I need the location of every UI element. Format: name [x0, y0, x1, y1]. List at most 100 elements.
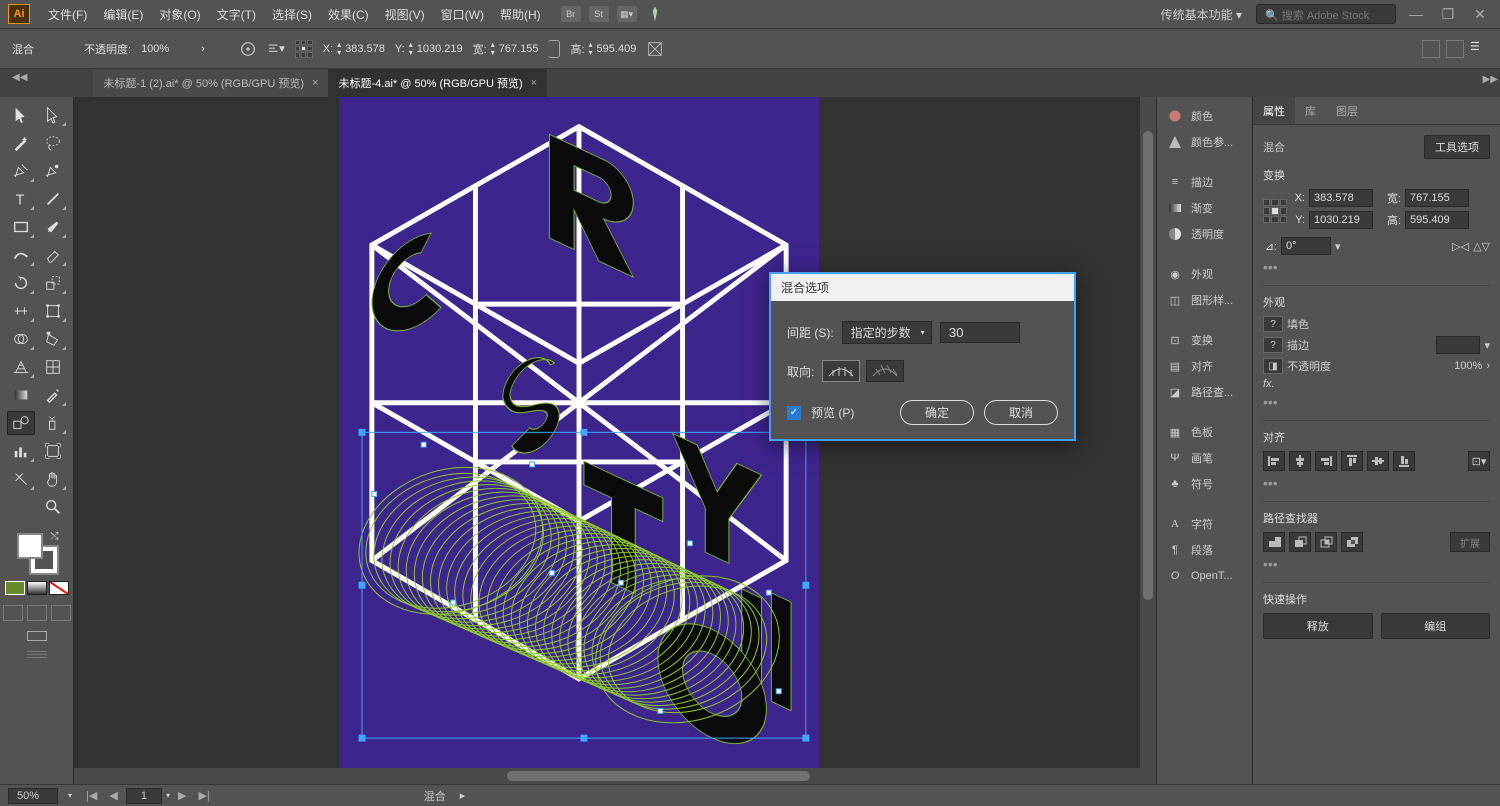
menu-effect[interactable]: 效果(C) [320, 6, 377, 23]
opacity-caret-icon[interactable]: › [1486, 360, 1490, 372]
next-artboard-icon[interactable]: ▶ [174, 789, 190, 802]
gradient-tool[interactable] [7, 383, 35, 407]
pen-tool[interactable] [7, 159, 35, 183]
slice-tool[interactable] [7, 467, 35, 491]
prev-artboard-icon[interactable]: ◀ [105, 789, 121, 802]
appearance-more-icon[interactable]: ••• [1263, 394, 1490, 410]
cancel-button[interactable]: 取消 [984, 400, 1058, 425]
menu-help[interactable]: 帮助(H) [492, 6, 549, 23]
opacity-caret-icon[interactable]: › [201, 43, 205, 55]
color-mode-gradient[interactable] [27, 581, 47, 595]
pathfinder-exclude-icon[interactable] [1341, 532, 1363, 552]
tab-properties[interactable]: 属性 [1253, 97, 1295, 124]
color-mode-solid[interactable] [5, 581, 25, 595]
draw-inside-icon[interactable] [51, 605, 71, 621]
doc-setup-icon[interactable]: ☰ [1470, 40, 1488, 58]
scale-tool[interactable] [39, 271, 67, 295]
bridge-icon[interactable]: Br [561, 6, 581, 22]
y-value[interactable]: 1030.219 [417, 43, 463, 55]
panel-opentype[interactable]: OOpenT... [1157, 563, 1252, 589]
zoom-tool[interactable] [39, 495, 67, 519]
panel-paragraph[interactable]: ¶段落 [1157, 537, 1252, 563]
search-stock-input[interactable]: 🔍 搜索 Adobe Stock [1256, 4, 1396, 24]
pathfinder-unite-icon[interactable] [1263, 532, 1285, 552]
workspace-switcher[interactable]: 传统基本功能 ▾ [1155, 4, 1248, 25]
eyedropper-tool[interactable] [39, 383, 67, 407]
mesh-tool[interactable] [39, 355, 67, 379]
angle-input[interactable] [1281, 237, 1331, 255]
magic-wand-tool[interactable] [7, 131, 35, 155]
align-more-icon[interactable]: ••• [1263, 475, 1490, 491]
panel-gradient[interactable]: 渐变 [1157, 195, 1252, 221]
stroke-caret-icon[interactable]: ▾ [1484, 339, 1490, 352]
opacity-value[interactable]: 100% [141, 43, 191, 55]
zoom-level[interactable]: 50% [8, 788, 58, 804]
gpu-rocket-icon[interactable] [645, 6, 665, 22]
column-graph-tool[interactable] [7, 439, 35, 463]
recolor-icon[interactable] [239, 40, 257, 58]
artboard-tool[interactable] [39, 439, 67, 463]
release-button[interactable]: 释放 [1263, 613, 1373, 639]
align-top-icon[interactable] [1341, 451, 1363, 471]
pathfinder-minus-icon[interactable] [1289, 532, 1311, 552]
panel-align[interactable]: ▤对齐 [1157, 353, 1252, 379]
ok-button[interactable]: 确定 [900, 400, 974, 425]
arrange-icon[interactable]: ▦▾ [617, 6, 637, 22]
flip-v-icon[interactable]: △▽ [1473, 240, 1490, 253]
paintbrush-tool[interactable] [39, 215, 67, 239]
preview-checkbox[interactable]: ✓ [787, 406, 801, 420]
edit-toolbar-icon[interactable] [22, 651, 52, 661]
free-transform-tool[interactable] [39, 299, 67, 323]
tab-layers[interactable]: 图层 [1326, 97, 1368, 124]
dialog-title[interactable]: 混合选项 [771, 274, 1074, 301]
eraser-tool[interactable] [39, 243, 67, 267]
width-tool[interactable] [7, 299, 35, 323]
perspective-grid-tool[interactable] [7, 355, 35, 379]
panel-appearance[interactable]: ◉外观 [1157, 261, 1252, 287]
panel-collapse-icon[interactable]: ▶▶ [1483, 74, 1498, 85]
tab-close-icon[interactable]: × [312, 77, 318, 89]
window-restore[interactable]: ❐ [1436, 5, 1460, 23]
x-input[interactable] [1309, 189, 1373, 207]
fill-stroke-swatch[interactable]: ⤭ [17, 533, 57, 573]
align-to-icon[interactable]: ▾ [267, 40, 285, 58]
line-tool[interactable] [39, 187, 67, 211]
y-stepper-icon[interactable]: ▴▾ [409, 41, 413, 57]
pathfinder-intersect-icon[interactable] [1315, 532, 1337, 552]
angle-caret-icon[interactable]: ▾ [1335, 240, 1341, 253]
panel-stroke[interactable]: ≡描边 [1157, 169, 1252, 195]
selection-tool[interactable] [7, 103, 35, 127]
blend-tool[interactable] [7, 411, 35, 435]
draw-normal-icon[interactable] [3, 605, 23, 621]
spacing-mode-select[interactable]: 指定的步数▾ [842, 321, 932, 344]
opacity-value[interactable]: 100% [1454, 360, 1482, 372]
align-hcenter-icon[interactable] [1289, 451, 1311, 471]
swap-fill-stroke-icon[interactable]: ⤭ [51, 531, 59, 542]
flip-h-icon[interactable]: ▷◁ [1452, 240, 1469, 253]
vertical-scrollbar[interactable] [1140, 97, 1156, 768]
type-tool[interactable]: T [7, 187, 35, 211]
menu-view[interactable]: 视图(V) [377, 6, 433, 23]
menu-select[interactable]: 选择(S) [264, 6, 320, 23]
edit-contents-icon[interactable] [1446, 40, 1464, 58]
align-bottom-icon[interactable] [1393, 451, 1415, 471]
symbol-sprayer-tool[interactable] [39, 411, 67, 435]
y-input[interactable] [1309, 211, 1373, 229]
reference-point-grid[interactable] [1263, 199, 1287, 223]
menu-object[interactable]: 对象(O) [151, 6, 208, 23]
ref-point-icon[interactable] [295, 40, 313, 58]
w-input[interactable] [1405, 189, 1469, 207]
align-vcenter-icon[interactable] [1367, 451, 1389, 471]
horizontal-scrollbar[interactable] [74, 768, 1156, 784]
menu-window[interactable]: 窗口(W) [433, 6, 492, 23]
stroke-swatch-small[interactable]: ? [1263, 337, 1283, 353]
menu-type[interactable]: 文字(T) [209, 6, 264, 23]
direct-selection-tool[interactable] [39, 103, 67, 127]
window-minimize[interactable]: — [1404, 5, 1428, 23]
orient-path-button[interactable] [866, 360, 904, 382]
pathfinder-more-icon[interactable]: ••• [1263, 556, 1490, 572]
orient-page-button[interactable] [822, 360, 860, 382]
live-paint-tool[interactable] [39, 327, 67, 351]
h-stepper-icon[interactable]: ▴▾ [589, 41, 593, 57]
h-input[interactable] [1405, 211, 1469, 229]
